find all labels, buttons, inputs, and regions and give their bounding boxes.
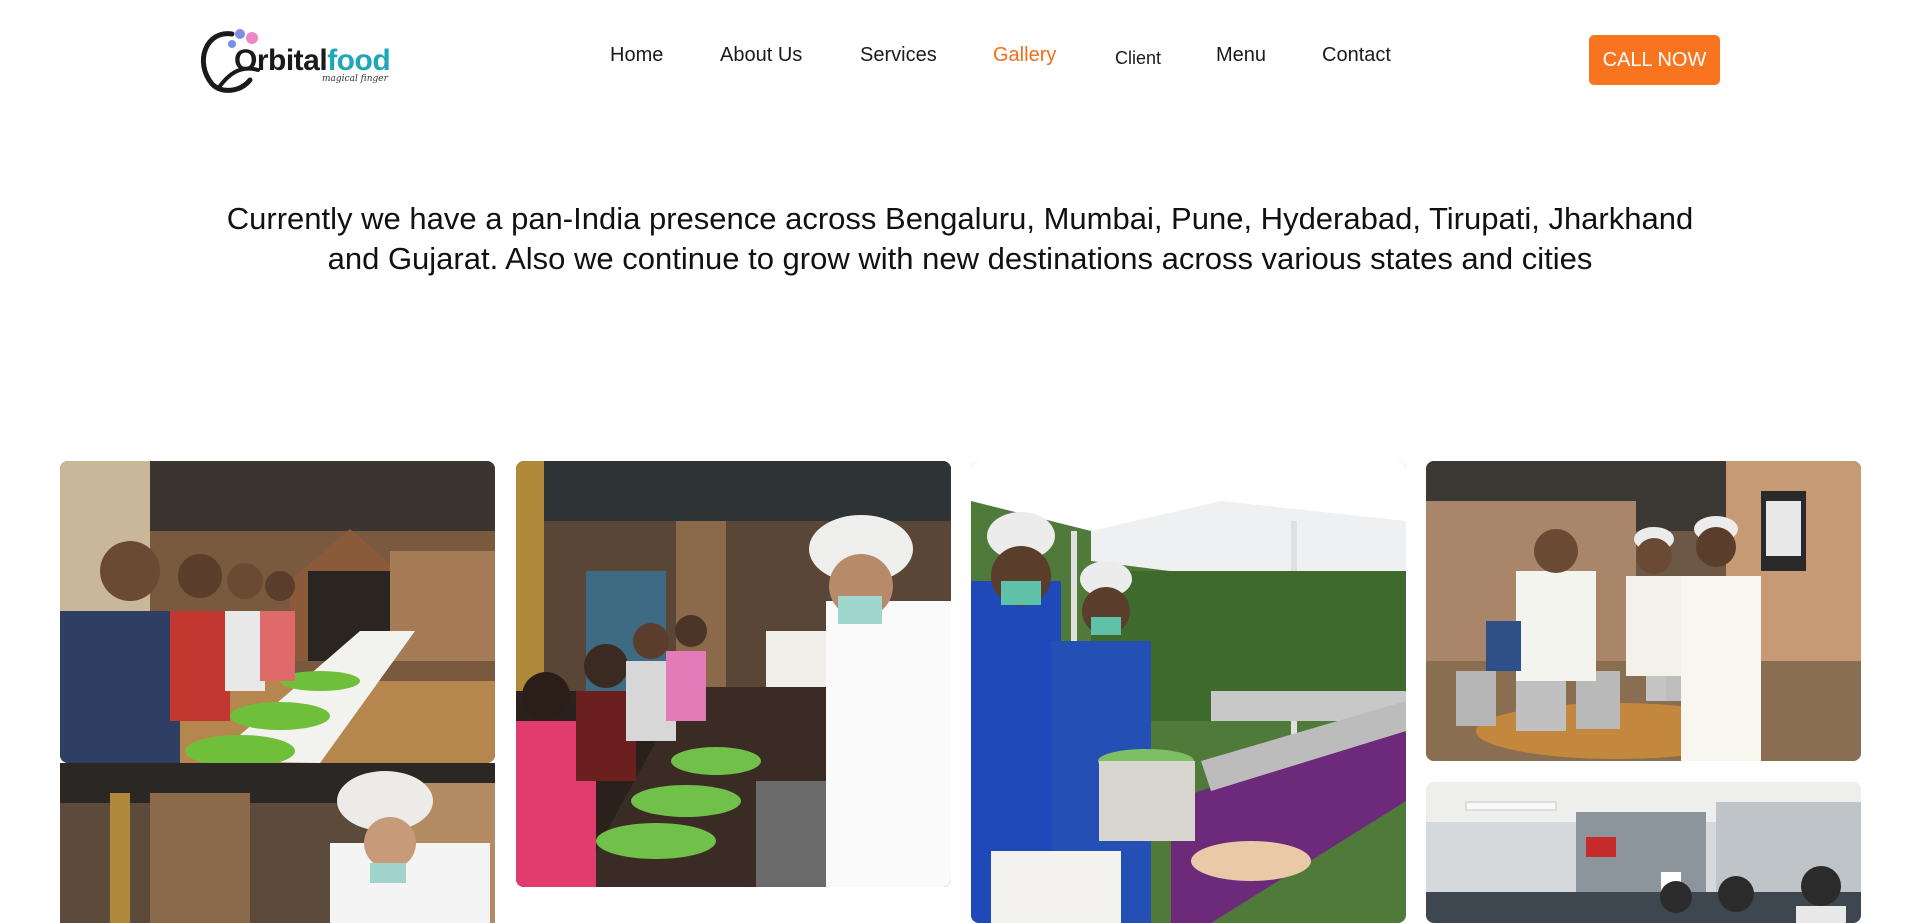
gallery-photo[interactable] <box>60 461 495 763</box>
presence-headline: Currently we have a pan-India presence a… <box>226 201 1694 276</box>
logo-tagline: magical finger <box>322 74 388 84</box>
nav-contact[interactable]: Contact <box>1322 44 1391 67</box>
brand-logo[interactable]: Orbitalfood magical finger <box>198 22 398 96</box>
site-header: Orbitalfood magical finger Home About Us… <box>0 0 1920 120</box>
gallery-photo[interactable] <box>60 763 495 923</box>
nav-client[interactable]: Client <box>1115 48 1161 69</box>
photo-icon <box>516 461 951 887</box>
nav-gallery[interactable]: Gallery <box>993 44 1056 67</box>
nav-about-us[interactable]: About Us <box>720 44 802 67</box>
photo-icon <box>60 763 495 923</box>
nav-home[interactable]: Home <box>610 44 663 67</box>
gallery-photo[interactable] <box>1426 461 1861 761</box>
nav-services[interactable]: Services <box>860 44 937 67</box>
call-now-button[interactable]: CALL NOW <box>1589 35 1720 85</box>
nav-menu[interactable]: Menu <box>1216 44 1266 67</box>
gallery-photo[interactable] <box>971 461 1406 923</box>
photo-icon <box>1426 461 1861 761</box>
photo-icon <box>971 461 1406 923</box>
logo-wordmark: Orbitalfood <box>234 44 391 77</box>
gallery-photo[interactable] <box>516 461 951 887</box>
photo-icon <box>60 461 495 763</box>
